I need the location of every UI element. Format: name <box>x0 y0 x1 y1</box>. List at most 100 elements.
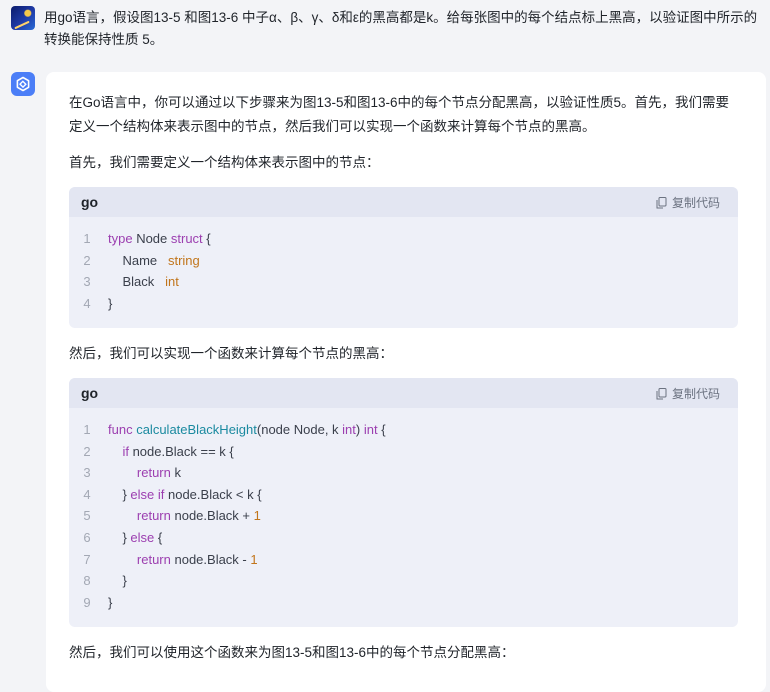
code-text: Black int <box>108 271 179 293</box>
code-token: { <box>202 231 211 246</box>
code-token: node.Black < k { <box>164 486 262 502</box>
line-number: 4 <box>83 486 91 502</box>
code-text: type Node struct { <box>108 228 211 250</box>
code-line: 4} <box>69 293 738 315</box>
code-block-1-body: 1 type Node struct {2 Name string 3 Black … <box>69 217 738 324</box>
code-line: 1 type Node struct { <box>69 228 738 250</box>
line-number: 3 <box>83 274 91 290</box>
code-token: int <box>342 422 356 437</box>
code-text: return k <box>108 462 181 484</box>
code-language-label: go <box>81 194 99 210</box>
code-token: (node Node, k <box>256 422 343 437</box>
code-token: 1 <box>253 508 261 524</box>
code-line: 8 } <box>69 570 738 592</box>
code-block-2: go 复制代码 1 func calculateBlackHeight(node … <box>69 378 738 627</box>
code-block-2-header: go 复制代码 <box>69 378 738 408</box>
code-line: 2 Name string <box>69 250 738 272</box>
code-line: 3 return k <box>69 462 738 484</box>
code-token: 1 <box>250 551 258 567</box>
code-block-1: go 复制代码 1 type Node struct {2 Name string… <box>69 187 738 328</box>
code-line: 1 func calculateBlackHeight(node Node, k … <box>69 419 738 441</box>
code-token: calculateBlackHeight <box>136 422 257 437</box>
code-text: Name string <box>108 250 200 272</box>
code-block-2-body: 1 func calculateBlackHeight(node Node, k … <box>69 408 738 623</box>
code-block-1-header: go 复制代码 <box>69 187 738 217</box>
assistant-paragraph-1: 在Go语言中，你可以通过以下步骤来为图13-5和图13-6中的每个节点分配黑高，… <box>69 91 737 139</box>
copy-code-button[interactable]: 复制代码 <box>656 194 720 211</box>
code-token: else if <box>130 486 165 502</box>
code-line: 2 if node.Black == k { <box>69 441 738 463</box>
code-token: Name <box>108 252 168 268</box>
code-token: ) <box>355 422 364 437</box>
code-language-label: go <box>81 385 99 401</box>
code-token: k <box>170 465 181 481</box>
code-token: return <box>136 508 171 524</box>
code-line: 3 Black int <box>69 271 738 293</box>
line-number: 2 <box>83 443 91 459</box>
code-line: 5 return node.Black + 1 <box>69 505 738 527</box>
code-token: struct <box>170 231 203 246</box>
code-line: 6 } else { <box>69 527 738 549</box>
code-text: } <box>108 592 112 614</box>
line-number: 2 <box>83 252 91 268</box>
code-token: node.Black == k { <box>128 443 234 459</box>
line-number: 5 <box>83 508 91 524</box>
user-message-line-1: 用go语言，假设图13-5 和图13-6 中子α、β、γ、δ和ε的黑高都是k。给… <box>44 10 758 25</box>
code-line: 9} <box>69 592 738 614</box>
assistant-paragraph-1-line-1: 在Go语言中，你可以通过以下步骤来为图13-5和图13-6中的每个节点分配黑高，… <box>69 95 730 110</box>
line-number: 1 <box>83 231 91 246</box>
code-text: } else { <box>108 527 162 549</box>
user-message-text: 用go语言，假设图13-5 和图13-6 中子α、β、γ、δ和ε的黑高都是k。给… <box>44 7 766 51</box>
code-token: Black <box>108 274 166 290</box>
code-token: type <box>108 231 133 246</box>
assistant-paragraph-3: 然后，我们可以实现一个函数来计算每个节点的黑高： <box>69 346 393 361</box>
assistant-paragraph-4: 然后，我们可以使用这个函数来为图13-5和图13-6中的每个节点分配黑高： <box>69 645 515 660</box>
code-token: Node <box>132 231 171 246</box>
code-text: func calculateBlackHeight(node Node, k i… <box>108 419 386 441</box>
line-number: 6 <box>83 529 91 545</box>
copy-icon <box>656 387 667 399</box>
copy-code-button[interactable]: 复制代码 <box>656 385 720 402</box>
line-number: 9 <box>83 594 91 610</box>
code-text: return node.Black + 1 <box>108 505 261 527</box>
code-token: } <box>108 529 131 545</box>
code-token: } <box>108 594 113 610</box>
code-line: 7 return node.Black - 1 <box>69 549 738 571</box>
copy-code-label: 复制代码 <box>671 387 720 401</box>
line-number: 4 <box>83 295 91 311</box>
copy-icon <box>656 196 667 208</box>
code-token: node.Black + <box>170 508 254 524</box>
user-message-line-2: 转换能保持性质 5。 <box>44 32 164 47</box>
code-token: node.Black - <box>170 551 251 567</box>
code-text: } else if node.Black < k { <box>108 484 262 506</box>
code-token: } <box>108 486 131 502</box>
code-token: return <box>136 465 171 481</box>
copy-code-label: 复制代码 <box>671 196 720 210</box>
code-token: return <box>136 551 171 567</box>
assistant-logo-icon <box>11 72 35 96</box>
assistant-paragraph-1-line-2: 定义一个结构体来表示图中的节点，然后我们可以实现一个函数来计算每个节点的黑高。 <box>69 119 596 134</box>
code-text: if node.Black == k { <box>108 441 234 463</box>
assistant-paragraph-2: 首先，我们需要定义一个结构体来表示图中的节点： <box>69 155 380 170</box>
code-line: 4 } else if node.Black < k { <box>69 484 738 506</box>
line-number: 3 <box>83 465 91 481</box>
code-token: string <box>167 252 200 268</box>
code-token: { <box>154 529 163 545</box>
code-token: int <box>165 274 179 290</box>
user-avatar <box>11 6 35 30</box>
code-token: } <box>108 295 113 311</box>
code-text: } <box>108 293 112 315</box>
code-token: func <box>108 422 133 437</box>
code-text: } <box>108 570 127 592</box>
line-number: 7 <box>83 551 91 567</box>
line-number: 8 <box>83 573 91 589</box>
code-text: return node.Black - 1 <box>108 549 258 571</box>
code-token: } <box>108 573 127 589</box>
code-token: else <box>130 529 155 545</box>
code-token: int <box>363 422 378 437</box>
line-number: 1 <box>83 422 91 437</box>
